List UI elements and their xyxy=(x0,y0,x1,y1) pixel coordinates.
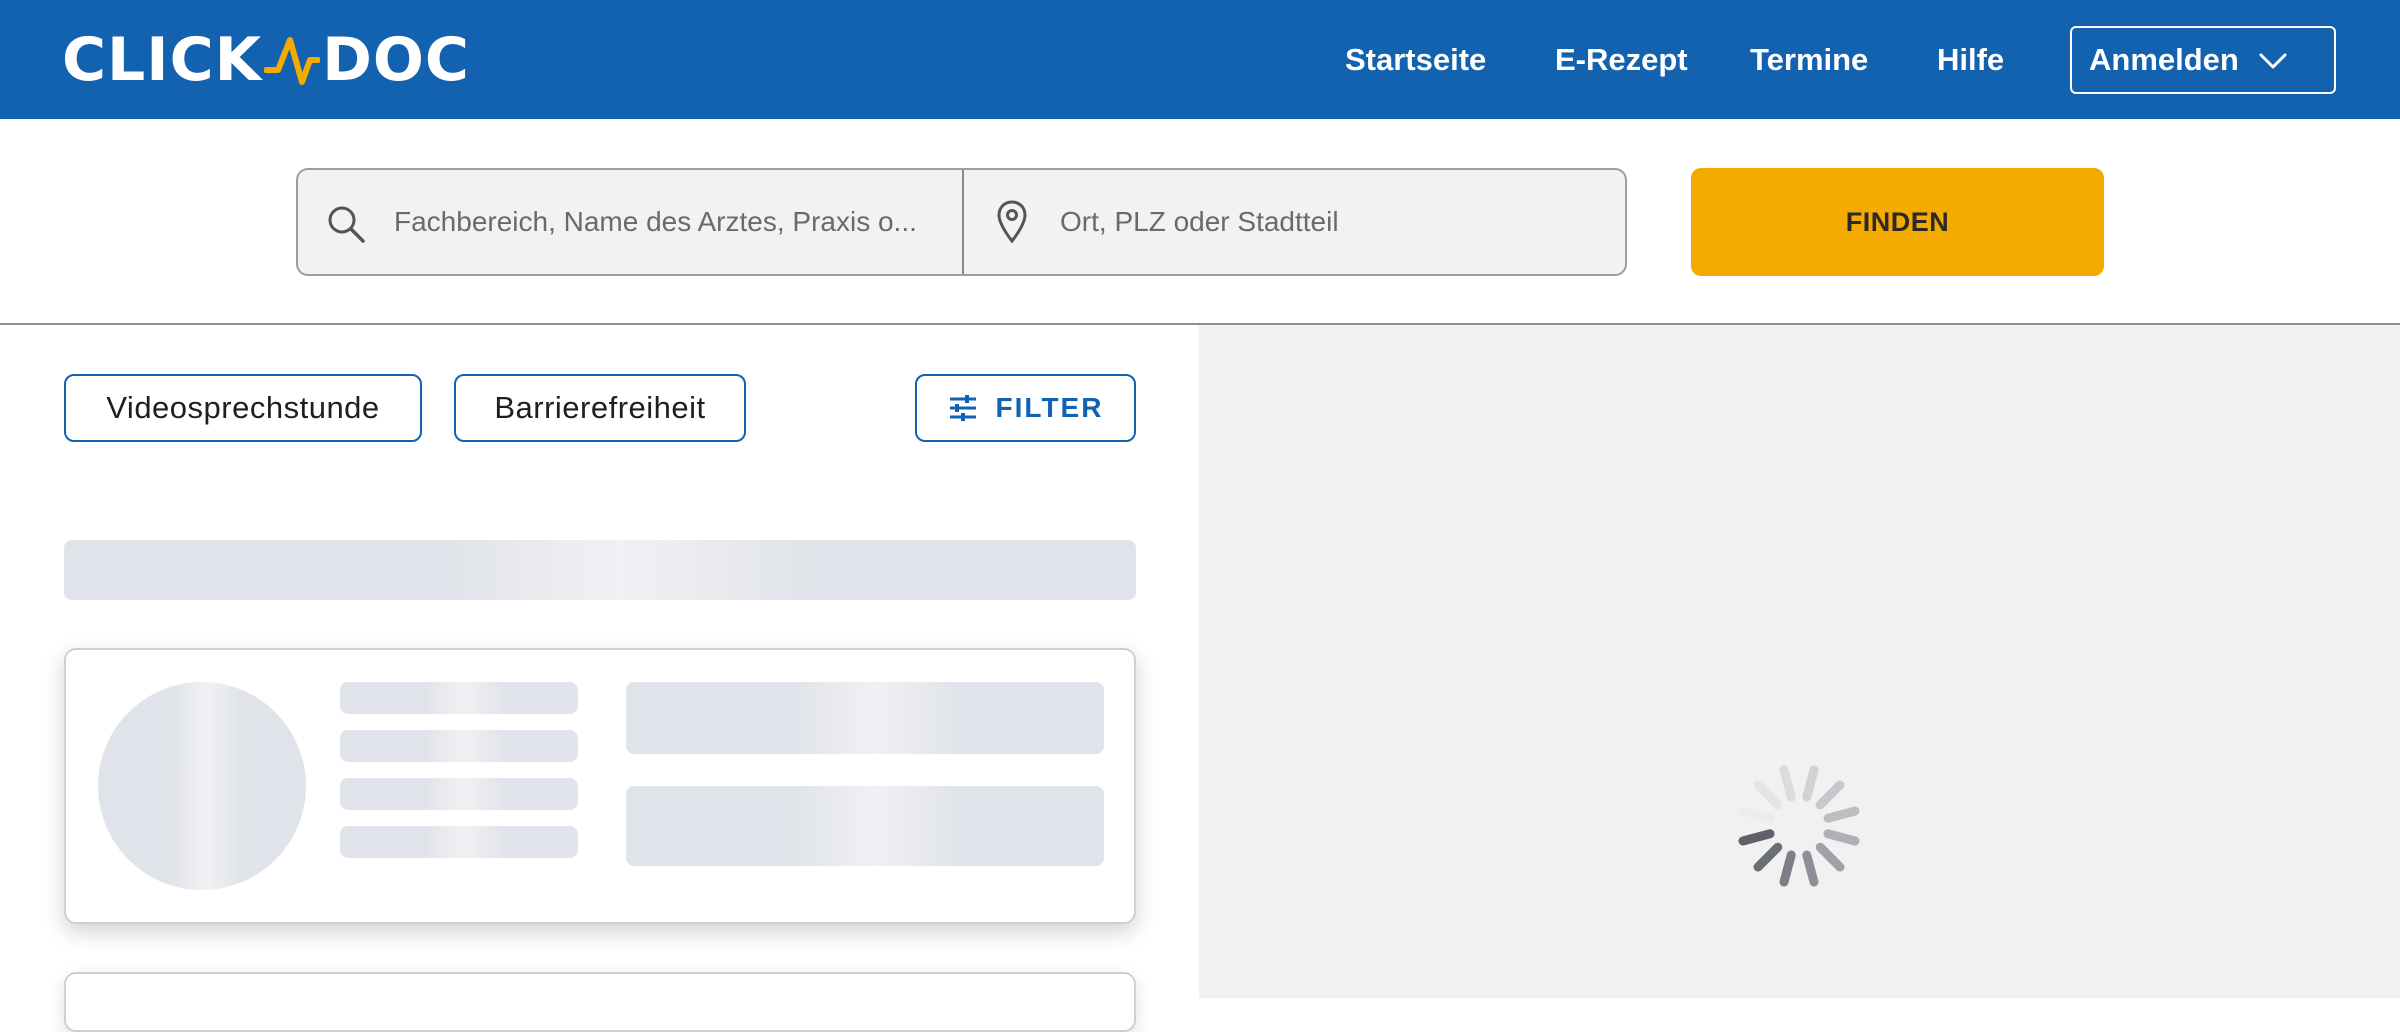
filter-chip-barrierefreiheit[interactable]: Barrierefreiheit xyxy=(454,374,746,442)
find-button[interactable]: FINDEN xyxy=(1691,168,2104,276)
filter-button[interactable]: FILTER xyxy=(915,374,1136,442)
skeleton-block xyxy=(626,786,1104,866)
skeleton-banner xyxy=(64,540,1136,600)
search-icon xyxy=(328,206,365,243)
search-divider xyxy=(962,170,964,274)
nav-startseite[interactable]: Startseite xyxy=(1345,30,1486,90)
clickdoc-logo[interactable]: CLICK DOC xyxy=(62,25,470,95)
skeleton-text-line xyxy=(340,682,578,714)
search-bar xyxy=(296,168,1627,276)
skeleton-text-line xyxy=(340,730,578,762)
skeleton-text-line xyxy=(340,826,578,858)
specialty-search-input[interactable] xyxy=(394,170,934,274)
sliders-icon xyxy=(949,395,976,421)
logo-text-left: CLICK xyxy=(62,25,263,95)
doctor-card-skeleton xyxy=(64,648,1136,924)
logo-text-right: DOC xyxy=(322,25,470,95)
skeleton-text-line xyxy=(340,778,578,810)
map-pin-icon xyxy=(997,200,1027,244)
pulse-icon xyxy=(264,37,321,85)
login-dropdown-button[interactable]: Anmelden xyxy=(2070,26,2336,94)
skeleton-avatar xyxy=(98,682,306,890)
skeleton-block xyxy=(626,682,1104,754)
location-input[interactable] xyxy=(1060,170,1600,274)
doctor-card-skeleton xyxy=(64,972,1136,1032)
chevron-down-icon xyxy=(2259,53,2287,69)
nav-termine[interactable]: Termine xyxy=(1750,30,1868,90)
top-header: CLICK DOC Startseite E-Rezept Termine Hi… xyxy=(0,0,2400,119)
login-label: Anmelden xyxy=(2089,42,2239,77)
filter-label: FILTER xyxy=(995,392,1104,423)
filter-chip-videosprechstunde[interactable]: Videosprechstunde xyxy=(64,374,422,442)
map-panel[interactable] xyxy=(1199,325,2400,998)
nav-hilfe[interactable]: Hilfe xyxy=(1937,30,2004,90)
nav-e-rezept[interactable]: E-Rezept xyxy=(1555,30,1688,90)
loading-spinner-icon xyxy=(1738,765,1860,887)
